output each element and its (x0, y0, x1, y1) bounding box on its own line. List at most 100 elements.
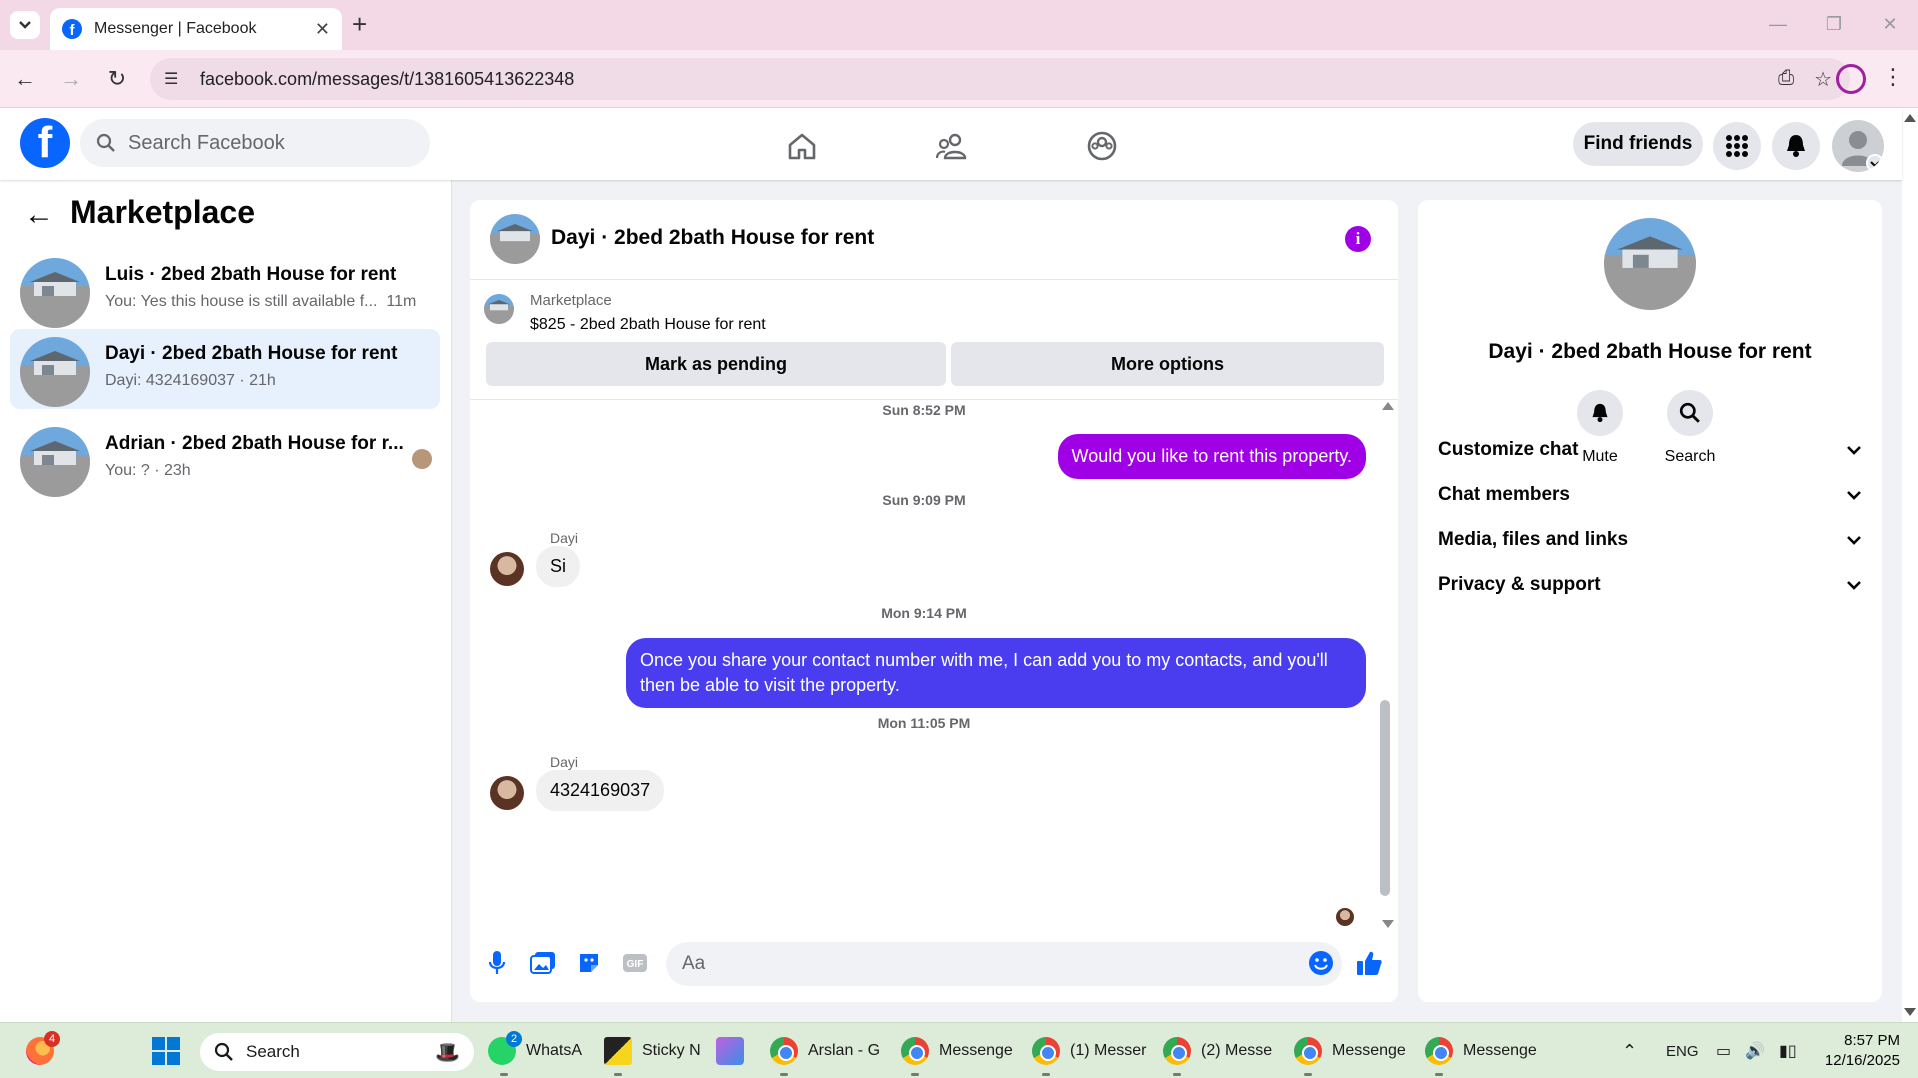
firefox-taskbar-icon[interactable]: 4 (26, 1023, 64, 1078)
url-text[interactable]: facebook.com/messages/t/1381605413622348 (200, 69, 574, 90)
scroll-up-icon[interactable] (1382, 402, 1394, 410)
taskbar-app-chrome[interactable]: Messenge (901, 1023, 1013, 1078)
minimize-icon[interactable]: — (1750, 0, 1806, 50)
customize-chat-section[interactable]: Customize chat (1438, 428, 1862, 472)
gif-icon[interactable]: GIF (620, 948, 650, 978)
chevron-down-icon (1847, 491, 1861, 500)
language-indicator[interactable]: ENG (1666, 1023, 1699, 1078)
conversation-item[interactable]: Luis · 2bed 2bath House for rent You: Ye… (10, 250, 440, 330)
browser-tab[interactable]: f Messenger | Facebook ✕ (50, 8, 342, 50)
windows-taskbar: 4 Search 🎩 2 WhatsA Sticky N Arslan - G … (0, 1022, 1918, 1078)
chat-members-section[interactable]: Chat members (1438, 473, 1862, 517)
find-friends-button[interactable]: Find friends (1573, 122, 1703, 166)
listing-price[interactable]: $825 - 2bed 2bath House for rent (530, 316, 766, 334)
volume-icon[interactable]: 🔊 (1745, 1041, 1765, 1061)
clock-date: 12/16/2025 (1824, 1052, 1900, 1069)
facebook-favicon-icon: f (62, 19, 82, 39)
back-icon[interactable]: ← (10, 64, 40, 94)
message-timestamp: Mon 11:05 PM (877, 715, 971, 731)
listing-thumbnail[interactable] (484, 294, 514, 324)
facebook-search-input[interactable] (128, 131, 408, 155)
back-arrow-icon[interactable]: ← (24, 198, 54, 232)
site-info-icon[interactable]: ☰ (164, 69, 186, 89)
outgoing-message[interactable]: Would you like to rent this property. (1057, 434, 1366, 479)
like-thumbs-up-icon[interactable] (1354, 948, 1384, 978)
conversation-item[interactable]: Adrian · 2bed 2bath House for r... You: … (10, 419, 440, 499)
photo-icon[interactable] (528, 948, 558, 978)
facebook-search-box[interactable] (80, 119, 430, 167)
home-nav-icon[interactable] (782, 126, 822, 166)
scroll-down-icon[interactable] (1904, 1008, 1916, 1016)
groups-nav-icon[interactable] (1082, 126, 1122, 166)
tab-search-button[interactable] (10, 11, 40, 39)
scroll-down-icon[interactable] (1382, 920, 1394, 928)
notifications-bell-icon[interactable] (1772, 122, 1820, 170)
conversation-preview: You: Yes this house is still available f… (105, 293, 417, 310)
facebook-logo-icon[interactable]: f (20, 118, 70, 168)
taskbar-app-sticky-notes[interactable]: Sticky N (604, 1023, 701, 1078)
media-files-links-section[interactable]: Media, files and links (1438, 518, 1862, 562)
sender-avatar[interactable] (490, 552, 524, 586)
taskbar-app-chrome[interactable]: Messenge (1425, 1023, 1537, 1078)
scroll-up-icon[interactable] (1904, 114, 1916, 122)
info-avatar[interactable] (1604, 218, 1696, 310)
sticker-icon[interactable] (574, 948, 604, 978)
taskbar-app-chrome[interactable]: (1) Messer (1032, 1023, 1146, 1078)
microphone-icon[interactable] (482, 948, 512, 978)
system-clock[interactable]: 8:57 PM 12/16/2025 (1825, 1031, 1900, 1071)
sender-name: Dayi (550, 754, 579, 770)
system-tray[interactable]: ▭ 🔊 ▮▯ (1716, 1023, 1797, 1078)
more-options-button[interactable]: More options (951, 342, 1384, 386)
conversation-item-selected[interactable]: Dayi · 2bed 2bath House for rent Dayi: 4… (10, 329, 440, 409)
privacy-support-section[interactable]: Privacy & support (1438, 563, 1862, 607)
chat-title[interactable]: Dayi · 2bed 2bath House for rent (551, 226, 874, 250)
friends-nav-icon[interactable] (932, 126, 972, 166)
browser-menu-icon[interactable]: ⋮ (1882, 64, 1904, 90)
page-scrollbar[interactable] (1902, 108, 1918, 1022)
scrollbar-thumb[interactable] (1380, 700, 1390, 896)
taskbar-app-snipping-tool[interactable] (716, 1023, 754, 1078)
taskbar-app-chrome[interactable]: Messenge (1294, 1023, 1406, 1078)
emoji-icon[interactable] (1306, 948, 1336, 978)
info-icon[interactable]: i (1345, 226, 1371, 252)
house-thumbnail (20, 337, 90, 407)
message-timestamp: Sun 9:09 PM (882, 492, 966, 508)
reload-icon[interactable]: ↻ (102, 64, 132, 94)
battery-icon[interactable]: ▮▯ (1779, 1041, 1797, 1061)
tab-title: Messenger | Facebook (94, 20, 257, 37)
address-bar-row: ← → ↻ ☰ facebook.com/messages/t/13816054… (0, 50, 1918, 108)
browser-tab-bar: f Messenger | Facebook ✕ + — ❐ ✕ (0, 0, 1918, 50)
url-bar[interactable]: ☰ facebook.com/messages/t/13816054136223… (150, 58, 1850, 100)
browser-profile-icon[interactable] (1836, 64, 1866, 94)
read-receipt-avatar (1336, 908, 1354, 926)
install-app-icon[interactable]: ⎙ (1778, 67, 1794, 92)
forward-icon[interactable]: → (56, 64, 86, 94)
network-icon[interactable]: ▭ (1716, 1041, 1731, 1061)
show-hidden-icons-chevron-up-icon[interactable]: ⌃ (1622, 1023, 1637, 1078)
incoming-message[interactable]: 4324169037 (536, 770, 665, 811)
sender-name: Dayi (550, 530, 579, 546)
profile-avatar[interactable] (1832, 120, 1884, 172)
message-thread: Sun 8:52 PM Would you like to rent this … (470, 400, 1398, 930)
chat-avatar[interactable] (490, 214, 540, 264)
taskbar-app-whatsapp[interactable]: 2 WhatsA (488, 1023, 582, 1078)
message-input[interactable] (666, 942, 1342, 986)
close-tab-icon[interactable]: ✕ (315, 19, 330, 40)
taskbar-search[interactable]: Search 🎩 (200, 1033, 474, 1071)
start-button[interactable] (152, 1023, 180, 1078)
incoming-message[interactable]: Si (536, 546, 581, 587)
bookmark-star-icon[interactable]: ☆ (1814, 67, 1832, 92)
mark-as-pending-button[interactable]: Mark as pending (486, 342, 946, 386)
svg-text:GIF: GIF (627, 959, 644, 970)
page-body: ← Marketplace Luis · 2bed 2bath House fo… (0, 180, 1902, 1022)
menu-grid-icon[interactable] (1713, 122, 1761, 170)
restore-icon[interactable]: ❐ (1806, 0, 1862, 50)
taskbar-app-chrome[interactable]: (2) Messe (1163, 1023, 1272, 1078)
close-window-icon[interactable]: ✕ (1862, 0, 1918, 50)
new-tab-button[interactable]: + (352, 11, 367, 37)
info-name: Dayi · 2bed 2bath House for rent (1488, 340, 1812, 363)
taskbar-app-chrome[interactable]: Arslan - G (770, 1023, 880, 1078)
sender-avatar[interactable] (490, 776, 524, 810)
outgoing-message[interactable]: Once you share your contact number with … (626, 638, 1366, 708)
bell-icon (1592, 403, 1608, 423)
